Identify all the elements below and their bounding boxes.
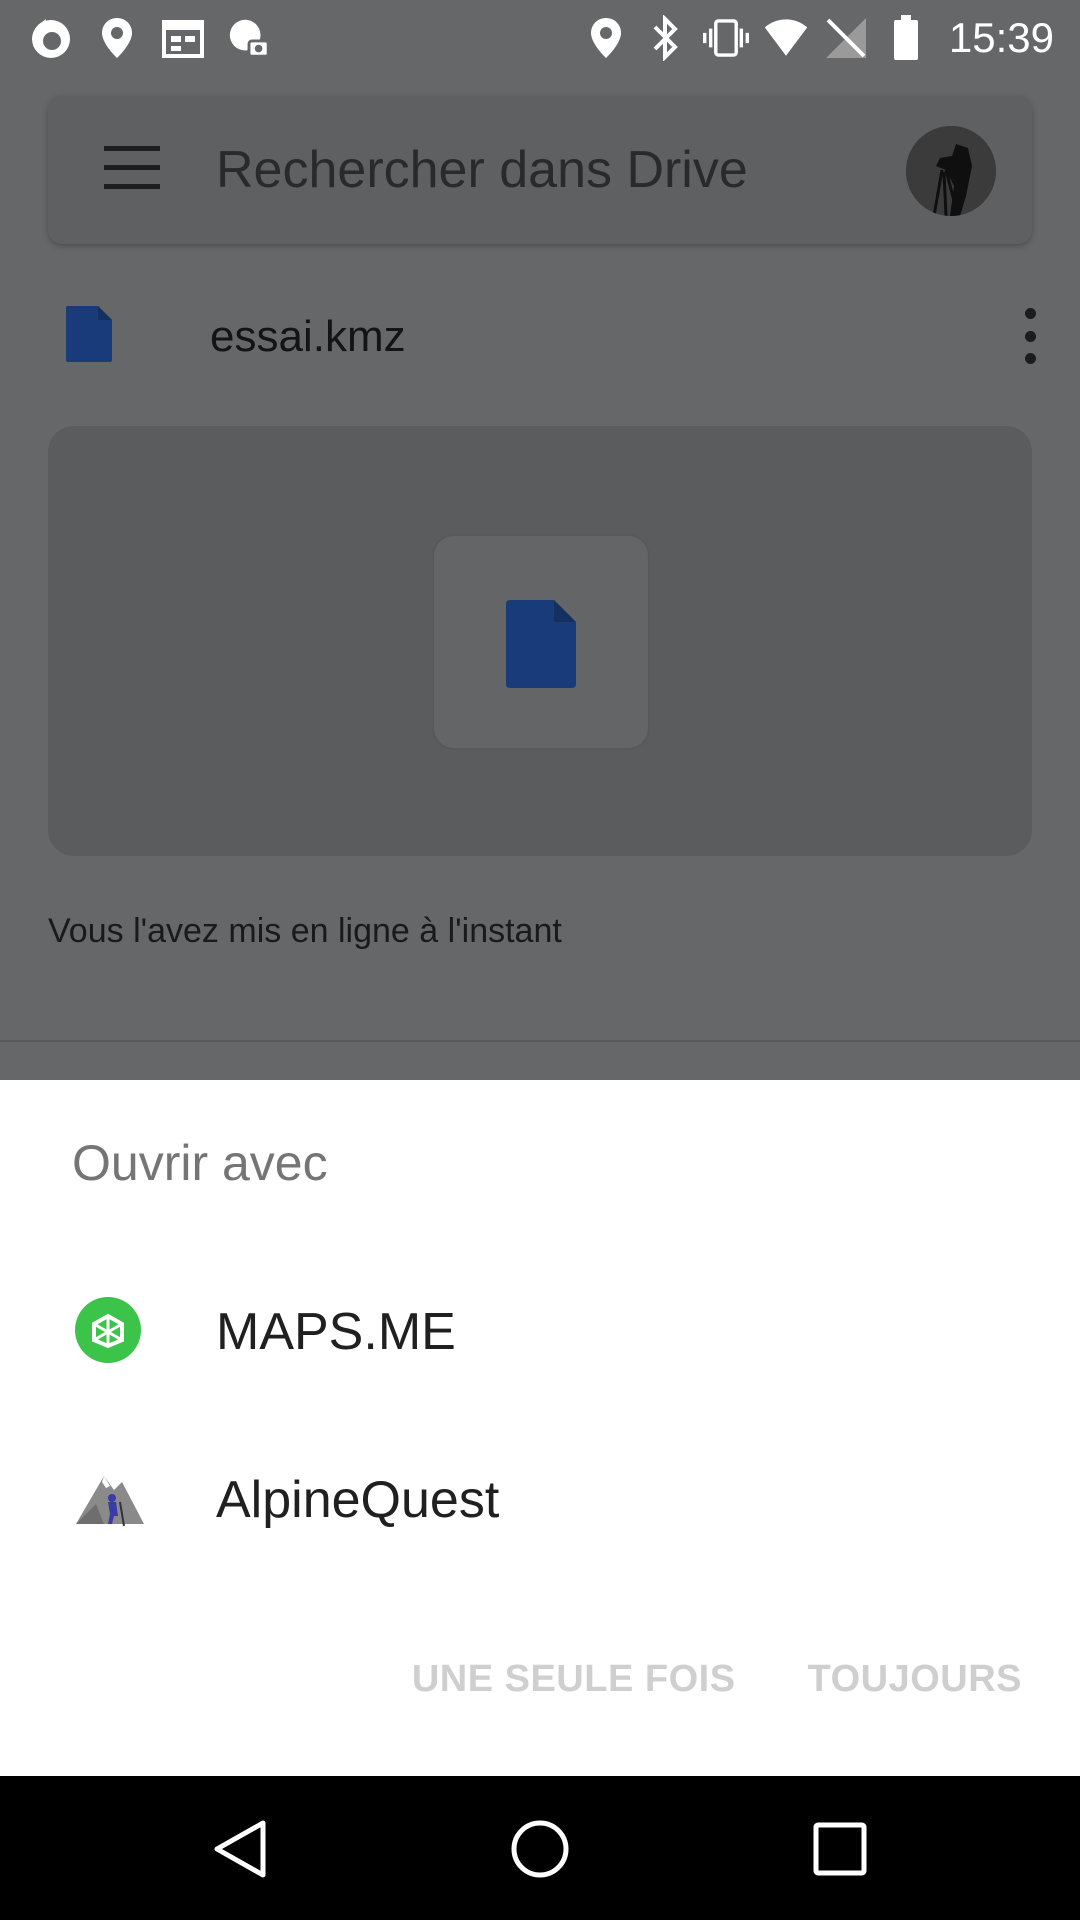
open-with-sheet: Ouvrir avec MAPS.ME AlpineQuest UNE SEUL…	[0, 1080, 1080, 1776]
location-icon	[94, 15, 140, 61]
status-bar: 15:39	[0, 0, 1080, 76]
always-button[interactable]: TOUJOURS	[808, 1658, 1022, 1701]
location-icon	[583, 15, 629, 61]
alpinequest-icon	[74, 1464, 144, 1532]
file-icon	[64, 304, 114, 369]
app-label: MAPS.ME	[216, 1303, 456, 1361]
divider	[0, 1040, 1080, 1042]
app-option-mapsme[interactable]: MAPS.ME	[0, 1256, 1080, 1406]
back-icon[interactable]	[206, 1814, 276, 1884]
vibrate-icon	[702, 15, 749, 61]
just-once-button[interactable]: UNE SEULE FOIS	[412, 1658, 736, 1701]
firefox-icon	[28, 15, 74, 61]
no-signal-icon	[823, 15, 869, 61]
recents-icon[interactable]	[805, 1814, 875, 1884]
clock: 15:39	[948, 14, 1054, 61]
calendar-icon	[160, 15, 206, 61]
sheet-title: Ouvrir avec	[72, 1135, 328, 1191]
wifi-icon	[763, 15, 809, 61]
navigation-bar	[0, 1776, 1080, 1920]
sheet-actions: UNE SEULE FOIS TOUJOURS	[412, 1658, 1022, 1701]
weather-icon	[226, 15, 272, 61]
file-preview[interactable]	[48, 426, 1032, 856]
avatar[interactable]	[906, 126, 996, 216]
file-name: essai.kmz	[210, 312, 406, 361]
hamburger-menu-icon[interactable]	[104, 146, 160, 192]
mapsme-icon	[74, 1296, 142, 1364]
search-bar[interactable]: Rechercher dans Drive	[48, 96, 1032, 244]
file-row[interactable]: essai.kmz	[0, 290, 1080, 380]
search-input[interactable]: Rechercher dans Drive	[216, 140, 748, 200]
home-icon[interactable]	[505, 1814, 575, 1884]
preview-tile	[432, 534, 650, 750]
upload-note: Vous l'avez mis en ligne à l'instant	[48, 912, 562, 950]
battery-icon	[883, 15, 929, 61]
app-option-alpinequest[interactable]: AlpineQuest	[0, 1424, 1080, 1574]
app-label: AlpineQuest	[216, 1471, 500, 1529]
bluetooth-icon	[643, 15, 689, 61]
more-options-icon[interactable]	[1020, 308, 1040, 364]
